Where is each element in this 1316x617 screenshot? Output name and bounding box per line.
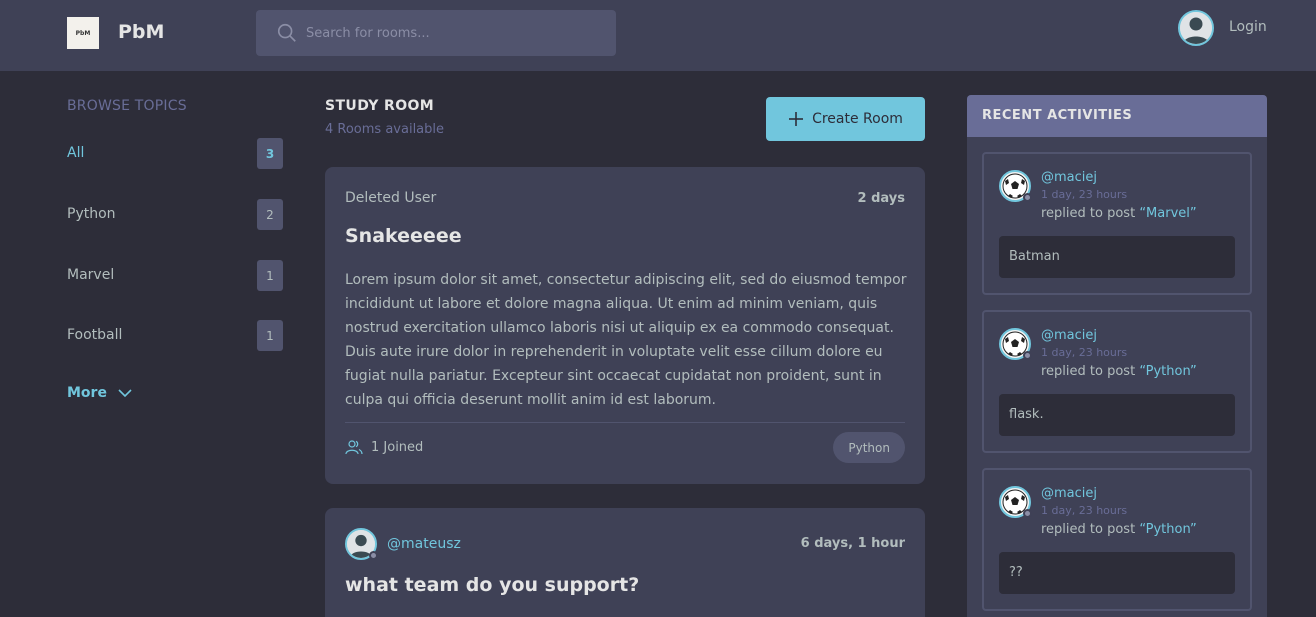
status-dot [1023, 193, 1032, 202]
activity-time: 1 day, 23 hours [1041, 504, 1128, 517]
soccer-ball-icon[interactable] [999, 328, 1032, 360]
page-title: STUDY ROOM [325, 98, 435, 114]
activity-text: replied to post “Marvel” [1041, 206, 1197, 221]
room-joined-count: 1 Joined [371, 439, 424, 455]
users-icon [345, 440, 363, 455]
activities-heading: RECENT ACTIVITIES [967, 95, 1267, 137]
activity-text: replied to post “Python” [1041, 364, 1197, 379]
topic-count-badge: 1 [257, 320, 283, 351]
activity-action: replied to post [1041, 206, 1140, 221]
topic-label: Python [67, 206, 116, 222]
room-time: 2 days [857, 191, 905, 206]
more-topics-link[interactable]: More [67, 385, 133, 401]
room-topic-tag[interactable]: Python [833, 432, 905, 463]
activity-text: replied to post “Python” [1041, 522, 1197, 537]
logo-text: PbM [75, 29, 91, 37]
activity-message: flask. [999, 394, 1235, 436]
brand-name[interactable]: PbM [118, 21, 164, 43]
activity-post-link[interactable]: “Python” [1139, 364, 1196, 379]
activity-item: @maciej 1 day, 23 hours replied to post … [982, 310, 1252, 453]
plus-icon [789, 112, 804, 126]
status-dot [1023, 351, 1032, 360]
activity-time: 1 day, 23 hours [1041, 346, 1128, 359]
room-card: @mateusz 6 days, 1 hour what team do you… [325, 508, 925, 617]
topic-item-python[interactable]: Python 2 [67, 199, 283, 231]
status-dot [1023, 509, 1032, 518]
top-header: PbM PbM Login [0, 0, 1316, 71]
room-host-name[interactable]: Deleted User [345, 190, 436, 206]
topics-heading: BROWSE TOPICS [67, 98, 187, 114]
topic-item-all[interactable]: All 3 [67, 138, 283, 170]
topic-item-football[interactable]: Football 1 [67, 320, 283, 352]
activity-user[interactable]: @maciej [1041, 486, 1097, 501]
room-title[interactable]: Snakeeeee [345, 225, 462, 247]
status-dot [369, 551, 378, 560]
rooms-count: 4 Rooms available [325, 122, 445, 137]
activity-post-link[interactable]: “Marvel” [1139, 206, 1196, 221]
divider [345, 422, 905, 423]
soccer-ball-icon[interactable] [999, 486, 1032, 518]
activity-post-link[interactable]: “Python” [1139, 522, 1196, 537]
room-title[interactable]: what team do you support? [345, 574, 639, 596]
activity-item: @maciej 1 day, 23 hours replied to post … [982, 152, 1252, 295]
user-avatar-icon[interactable] [1178, 10, 1214, 46]
topic-count-badge: 3 [257, 138, 283, 169]
topic-label: Football [67, 327, 123, 343]
topic-label: Marvel [67, 267, 115, 283]
activity-action: replied to post [1041, 522, 1140, 537]
create-room-button[interactable]: Create Room [766, 97, 925, 141]
search-icon [277, 23, 296, 42]
activity-time: 1 day, 23 hours [1041, 188, 1128, 201]
soccer-ball-icon[interactable] [999, 170, 1032, 202]
activity-user[interactable]: @maciej [1041, 170, 1097, 185]
chevron-down-icon [118, 389, 132, 398]
topic-item-marvel[interactable]: Marvel 1 [67, 260, 283, 292]
room-participants: 1 Joined [345, 439, 423, 455]
room-time: 6 days, 1 hour [800, 536, 905, 551]
activity-user[interactable]: @maciej [1041, 328, 1097, 343]
room-host-name[interactable]: @mateusz [387, 536, 461, 552]
login-link[interactable]: Login [1229, 19, 1267, 35]
room-card: Deleted User 2 days Snakeeeee Lorem ipsu… [325, 167, 925, 484]
search-input[interactable] [306, 10, 606, 56]
search-bar[interactable] [256, 10, 616, 56]
activity-action: replied to post [1041, 364, 1140, 379]
room-description: Lorem ipsum dolor sit amet, consectetur … [345, 272, 907, 408]
activity-message: ?? [999, 552, 1235, 594]
logo[interactable]: PbM [67, 17, 99, 49]
more-label: More [67, 385, 107, 401]
topic-label: All [67, 145, 85, 161]
activity-item: @maciej 1 day, 23 hours replied to post … [982, 468, 1252, 611]
activity-message: Batman [999, 236, 1235, 278]
recent-activities-panel: RECENT ACTIVITIES @maciej 1 day, 23 hour… [967, 95, 1267, 617]
host-avatar[interactable] [345, 528, 378, 560]
topic-count-badge: 1 [257, 260, 283, 291]
topic-count-badge: 2 [257, 199, 283, 230]
create-room-label: Create Room [812, 111, 903, 127]
